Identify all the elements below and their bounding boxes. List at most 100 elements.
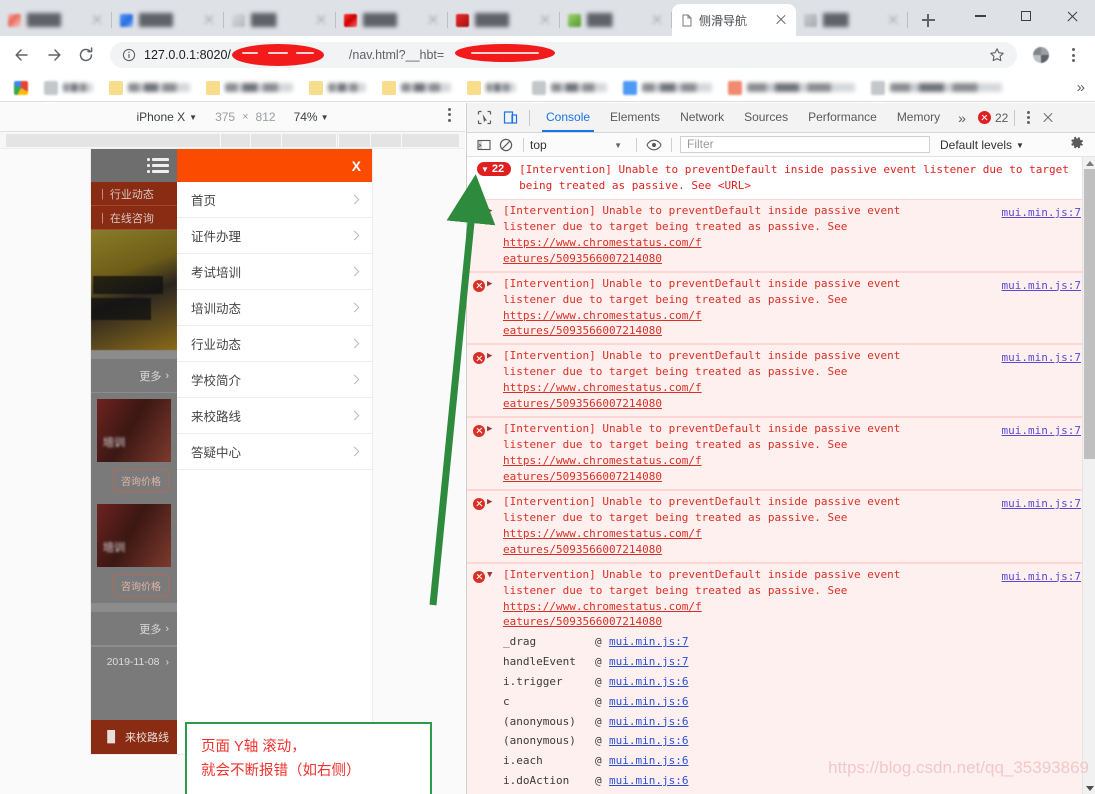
tab-network[interactable]: Network [670,103,734,132]
expand-arrow-icon[interactable]: ▶ [487,279,492,289]
close-icon[interactable] [774,13,788,27]
close-icon[interactable] [426,13,440,27]
log-levels-selector[interactable]: Default levels ▼ [940,138,1024,152]
drawer-menu-item[interactable]: 培训动态 [177,290,372,326]
devtools-menu-button[interactable] [1021,110,1036,125]
bookmark-item[interactable] [8,77,34,99]
group-count-badge[interactable]: ▼ 22 [477,162,512,176]
browser-tab[interactable]: ███ [224,4,336,36]
close-icon[interactable] [538,13,552,27]
frame-source-link[interactable]: mui.min.js:6 [609,712,688,732]
active-browser-tab[interactable]: 侧滑导航 [672,4,796,36]
browser-tab[interactable]: ███ [796,4,908,36]
chrome-menu-button[interactable] [1059,41,1087,69]
expand-arrow-icon[interactable]: ▶ [487,424,492,434]
source-link[interactable]: mui.min.js:7 [1002,570,1081,583]
minimize-button[interactable] [957,0,1003,32]
bookmark-item[interactable] [376,77,457,99]
news-date-row[interactable]: 2019-11-08 › [91,646,177,676]
clear-console-icon[interactable] [495,134,517,156]
new-tab-button[interactable] [914,6,942,34]
forward-button[interactable] [40,41,68,69]
price-inquiry-button[interactable]: 咨询价格 [113,468,169,492]
nav-link-item[interactable]: | 在线咨询 [91,206,177,230]
bookmark-item[interactable] [38,77,99,99]
site-information-icon[interactable] [122,48,136,62]
drawer-menu-item[interactable]: 考试培训 [177,254,372,290]
close-devtools-icon[interactable] [1036,106,1060,130]
drawer-menu-item[interactable]: 来校路线 [177,398,372,434]
mobile-viewport[interactable]: | 行业动态 | 在线咨询 更多 › 培训 咨询价格 培训 咨询价格 更多 › … [91,149,372,754]
profile-avatar[interactable] [1027,41,1055,69]
close-window-button[interactable] [1049,0,1095,32]
stack-frame[interactable]: i.trigger @ mui.min.js:6 [503,672,1095,692]
source-link[interactable]: mui.min.js:7 [1002,424,1081,437]
chromestatus-link-cont[interactable]: eatures/5093566007214080 [503,543,662,556]
bookmark-item[interactable] [722,77,861,99]
chromestatus-link-cont[interactable]: eatures/5093566007214080 [503,470,662,483]
console-message[interactable]: ▶ [Intervention] Unable to preventDefaul… [467,271,1095,345]
frame-source-link[interactable]: mui.min.js:6 [609,672,688,692]
device-selector[interactable]: iPhone X ▼ [136,110,197,124]
console-message[interactable]: ▶ [Intervention] Unable to preventDefaul… [467,198,1095,272]
more-tabs-button[interactable]: » [950,110,974,126]
toggle-device-toolbar-icon[interactable] [497,105,523,131]
frame-source-link[interactable]: mui.min.js:6 [609,731,688,751]
bookmark-item[interactable] [526,77,613,99]
chromestatus-link-cont[interactable]: eatures/5093566007214080 [503,397,662,410]
chromestatus-link-cont[interactable]: eatures/5093566007214080 [503,615,662,628]
frame-source-link[interactable]: mui.min.js:7 [609,632,688,652]
source-link[interactable]: mui.min.js:7 [1002,351,1081,364]
zoom-selector[interactable]: 74% ▼ [294,110,329,124]
nav-link-item[interactable]: | 行业动态 [91,182,177,206]
more-link[interactable]: 更多 › [91,612,177,646]
device-height-input[interactable]: 812 [256,110,276,124]
execution-context-selector[interactable]: top ▼ [530,138,630,152]
mobile-footer-bar[interactable]: █ 来校路线 [91,720,177,754]
browser-tab[interactable]: ████ [336,4,448,36]
gear-icon[interactable] [1069,135,1089,155]
chromestatus-link-cont[interactable]: eatures/5093566007214080 [503,324,662,337]
stack-frame[interactable]: (anonymous) @ mui.min.js:6 [503,712,1095,732]
drawer-menu-item[interactable]: 答疑中心 [177,434,372,470]
console-message-expanded[interactable]: ▼ [Intervention] Unable to preventDefaul… [467,562,1095,794]
chromestatus-link[interactable]: https://www.chromestatus.com/f [503,454,702,467]
console-message[interactable]: ▶ [Intervention] Unable to preventDefaul… [467,417,1095,490]
chromestatus-link[interactable]: https://www.chromestatus.com/f [503,527,702,540]
chromestatus-link[interactable]: https://www.chromestatus.com/f [503,381,702,394]
tab-performance[interactable]: Performance [798,103,887,132]
chromestatus-link[interactable]: https://www.chromestatus.com/f [503,600,702,613]
close-icon[interactable] [650,13,664,27]
collapse-arrow-icon[interactable]: ▼ [487,570,492,580]
reload-button[interactable] [72,41,100,69]
stack-frame[interactable]: _drag @ mui.min.js:7 [503,632,1095,652]
inspect-element-icon[interactable] [471,105,497,131]
browser-tab[interactable]: ████ [448,4,560,36]
stack-frame[interactable]: (anonymous) @ mui.min.js:6 [503,731,1095,751]
expand-arrow-icon[interactable]: ▶ [487,497,492,507]
close-drawer-button[interactable]: X [352,158,361,174]
bookmarks-overflow-button[interactable]: » [1077,79,1085,96]
scrollbar-thumb[interactable] [1084,169,1095,459]
close-icon[interactable] [202,13,216,27]
console-message[interactable]: ▶ [Intervention] Unable to preventDefaul… [467,489,1095,563]
browser-tab[interactable]: ███ [560,4,672,36]
tab-elements[interactable]: Elements [600,103,670,132]
stack-frame[interactable]: c @ mui.min.js:6 [503,692,1095,712]
bookmark-item[interactable] [617,77,718,99]
console-group-summary[interactable]: ▼ 22 [Intervention] Unable to preventDef… [467,157,1095,199]
maximize-button[interactable] [1003,0,1049,32]
close-icon[interactable] [314,13,328,27]
bookmark-item[interactable] [865,77,1008,99]
frame-source-link[interactable]: mui.min.js:6 [609,751,688,771]
scroll-up-icon[interactable] [1083,157,1095,169]
console-filter-input[interactable]: Filter [680,136,930,153]
device-options-button[interactable] [448,108,451,122]
source-link[interactable]: mui.min.js:7 [1002,497,1081,510]
drawer-menu-item[interactable]: 行业动态 [177,326,372,362]
bookmark-item[interactable] [103,77,196,99]
back-button[interactable] [8,41,36,69]
scroll-down-icon[interactable] [1083,782,1095,794]
expand-arrow-icon[interactable]: ▶ [487,351,492,361]
browser-tab[interactable]: ████ [0,4,112,36]
